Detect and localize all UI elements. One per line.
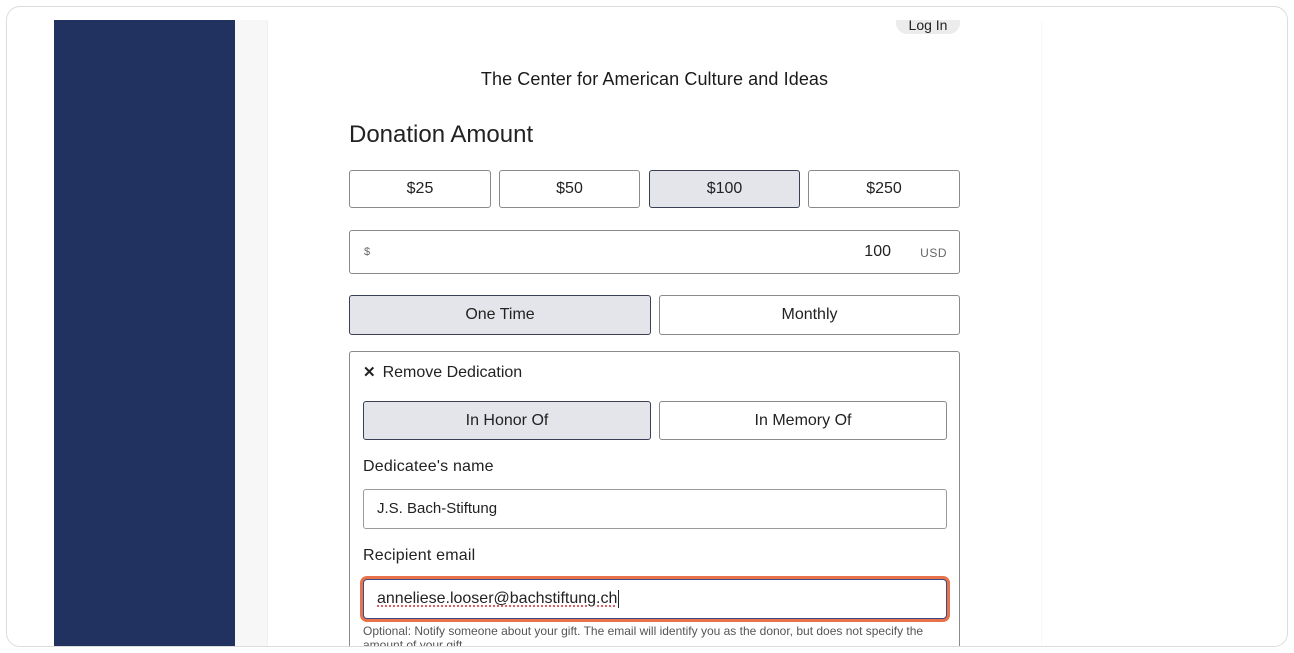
in-honor-of-button[interactable]: In Honor Of — [363, 401, 651, 440]
organization-name: The Center for American Culture and Idea… — [480, 69, 829, 89]
recipient-email-label: Recipient email — [363, 547, 476, 564]
page-background — [235, 20, 268, 646]
donation-form-card: Log In The Center for American Culture a… — [268, 20, 1041, 647]
remove-dedication-label: Remove Dedication — [382, 364, 523, 381]
frequency-group: One Time Monthly — [349, 295, 960, 335]
amount-value: 100 — [864, 243, 891, 260]
email-help-text: Optional: Notify someone about your gift… — [363, 624, 924, 647]
amount-button-100[interactable]: $100 — [649, 170, 800, 208]
page-background-right — [1041, 20, 1282, 646]
dedication-type-group: In Honor Of In Memory Of — [363, 401, 947, 440]
currency-code: USD — [920, 246, 947, 260]
dedicatee-name-field[interactable]: J.S. Bach-Stiftung — [363, 489, 947, 529]
recipient-email-field[interactable]: anneliese.looser@bachstiftung.ch — [363, 579, 947, 619]
close-icon: ✕ — [363, 364, 376, 381]
amount-button-250[interactable]: $250 — [808, 170, 960, 208]
browser-frame: Log In The Center for American Culture a… — [6, 6, 1288, 647]
brand-sidebar — [54, 20, 235, 646]
recipient-email-value: anneliese.looser@bachstiftung.ch — [377, 590, 618, 607]
login-button[interactable]: Log In — [896, 20, 960, 34]
currency-symbol: $ — [364, 246, 371, 258]
in-memory-of-button[interactable]: In Memory Of — [659, 401, 947, 440]
frequency-monthly-button[interactable]: Monthly — [659, 295, 960, 335]
remove-dedication-link[interactable]: ✕ Remove Dedication — [363, 363, 522, 382]
preset-amount-group: $25 $50 $100 $250 — [349, 170, 960, 208]
section-title: Donation Amount — [349, 121, 534, 148]
text-caret — [618, 589, 620, 608]
amount-button-25[interactable]: $25 — [349, 170, 491, 208]
page-viewport: Log In The Center for American Culture a… — [54, 20, 1282, 647]
frequency-one-time-button[interactable]: One Time — [349, 295, 651, 335]
dedicatee-name-label: Dedicatee's name — [363, 458, 494, 475]
custom-amount-input[interactable]: $ 100 USD — [349, 230, 960, 274]
amount-button-50[interactable]: $50 — [499, 170, 640, 208]
dedication-panel: ✕ Remove Dedication In Honor Of In Memory… — [349, 351, 960, 647]
